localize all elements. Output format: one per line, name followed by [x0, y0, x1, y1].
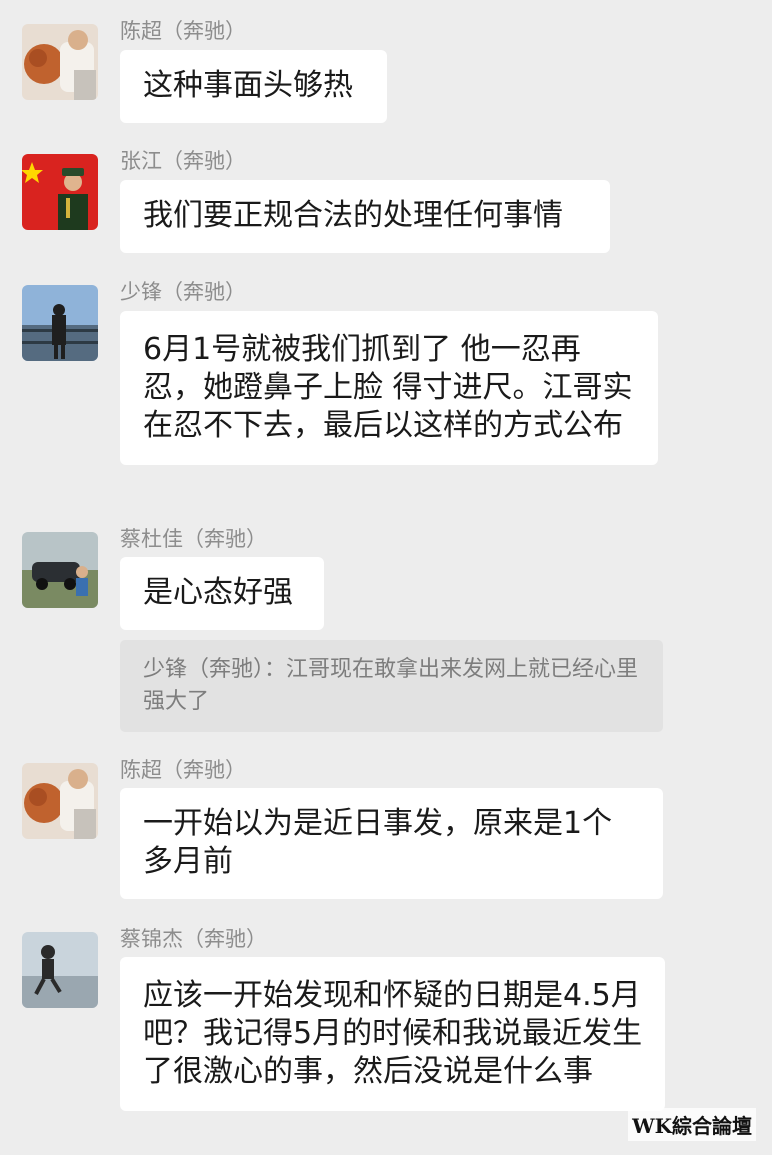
message-bubble[interactable]: 这种事面头够热 [120, 50, 387, 123]
watermark-logo: WK綜合論壇 [628, 1108, 756, 1141]
avatar[interactable] [22, 532, 98, 608]
man-on-balcony-photo-icon [22, 285, 98, 361]
person-with-dog-photo-icon [22, 24, 98, 100]
car-outdoor-photo-icon [22, 532, 98, 608]
sender-name: 陈超（奔驰） [120, 758, 246, 782]
soldier-with-flag-photo-icon [22, 154, 98, 230]
avatar[interactable] [22, 154, 98, 230]
message-bubble[interactable]: 6月1号就被我们抓到了 他一忍再忍，她蹬鼻子上脸 得寸进尺。江哥实在忍不下去，最… [120, 311, 658, 465]
sender-name: 张江（奔驰） [120, 149, 246, 173]
quoted-message[interactable]: 少锋（奔驰）：江哥现在敢拿出来发网上就已经心里强大了 [120, 640, 663, 732]
avatar[interactable] [22, 763, 98, 839]
person-with-dog-photo-icon [22, 763, 98, 839]
message-bubble[interactable]: 是心态好强 [120, 557, 324, 630]
sender-name: 陈超（奔驰） [120, 19, 246, 43]
child-running-photo-icon [22, 932, 98, 1008]
sender-name: 蔡杜佳（奔驰） [120, 527, 267, 551]
message-bubble[interactable]: 一开始以为是近日事发，原来是1个多月前 [120, 788, 663, 899]
sender-name: 蔡锦杰（奔驰） [120, 927, 267, 951]
message-bubble[interactable]: 应该一开始发现和怀疑的日期是4.5月吧？我记得5月的时候和我说最近发生了很激心的… [120, 957, 665, 1111]
avatar[interactable] [22, 932, 98, 1008]
sender-name: 少锋（奔驰） [120, 280, 246, 304]
avatar[interactable] [22, 285, 98, 361]
message-bubble[interactable]: 我们要正规合法的处理任何事情 [120, 180, 610, 253]
avatar[interactable] [22, 24, 98, 100]
